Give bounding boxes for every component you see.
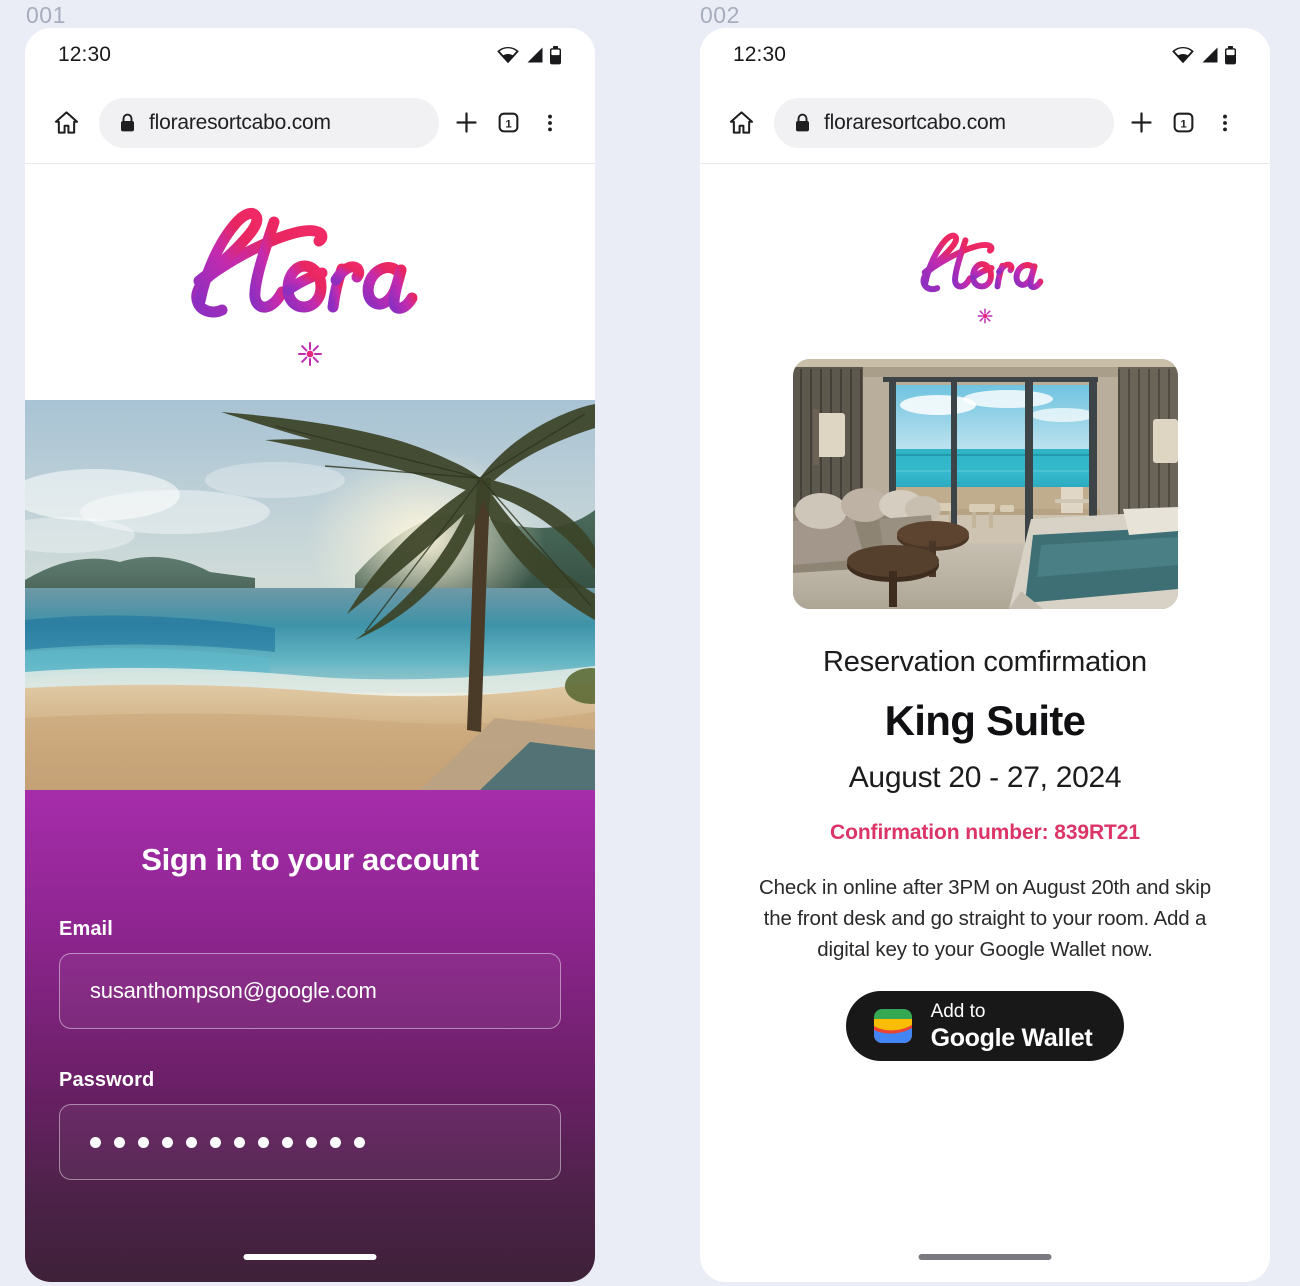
- url-text: floraresortcabo.com: [149, 110, 331, 134]
- flower-burst-icon: [297, 341, 323, 372]
- url-bar[interactable]: floraresortcabo.com: [99, 97, 439, 148]
- signin-panel: Sign in to your account Email susanthomp…: [25, 790, 595, 1282]
- svg-text:1: 1: [505, 118, 512, 130]
- tab-count-button[interactable]: 1: [1162, 102, 1204, 144]
- home-icon[interactable]: [718, 100, 764, 146]
- wallet-button-line1: Add to: [930, 1000, 986, 1022]
- cell-signal-icon: [1200, 46, 1219, 64]
- home-icon[interactable]: [43, 100, 89, 146]
- screenshot-canvas: 001 002 12:30 floraresortcabo.com 1 Sign…: [0, 0, 1300, 1286]
- url-bar[interactable]: floraresortcabo.com: [774, 97, 1114, 148]
- home-indicator[interactable]: [918, 1254, 1052, 1260]
- status-bar-icons: [1171, 45, 1237, 65]
- password-field[interactable]: [59, 1104, 561, 1180]
- reservation-subtitle: Reservation comfirmation: [823, 646, 1147, 678]
- email-field-label: Email: [59, 918, 113, 940]
- password-field-label: Password: [59, 1069, 155, 1091]
- flora-wordmark-logo: [170, 192, 450, 337]
- status-bar-icons: [496, 45, 562, 65]
- brand-header: [909, 224, 1061, 329]
- plus-icon[interactable]: [1120, 102, 1162, 144]
- confirmation-number: Confirmation number: 839RT21: [830, 821, 1140, 844]
- wallet-button-line2: Google Wallet: [930, 1023, 1093, 1052]
- lock-icon: [119, 113, 136, 133]
- room-name: King Suite: [884, 697, 1086, 744]
- lock-icon: [794, 113, 811, 133]
- frame-label-001: 001: [26, 2, 66, 28]
- overflow-menu-icon[interactable]: [1204, 102, 1246, 144]
- tab-count-button[interactable]: 1: [487, 102, 529, 144]
- status-bar-clock: 12:30: [58, 43, 112, 66]
- browser-toolbar: floraresortcabo.com 1: [700, 82, 1270, 164]
- status-bar: 12:30: [25, 28, 595, 82]
- room-photo: [792, 359, 1178, 609]
- password-masked-value: [90, 1136, 365, 1148]
- status-bar-clock: 12:30: [733, 43, 787, 66]
- add-to-google-wallet-button[interactable]: Add to Google Wallet: [845, 991, 1125, 1061]
- phone-frame-signin: 12:30 floraresortcabo.com 1 Sign in to y…: [25, 28, 595, 1282]
- reservation-confirmation-page: Reservation comfirmation King Suite Augu…: [700, 164, 1270, 1282]
- checkin-instructions: Check in online after 3PM on August 20th…: [759, 876, 1211, 961]
- flower-burst-icon: [977, 308, 993, 329]
- battery-icon: [1224, 45, 1237, 65]
- frame-label-002: 002: [700, 2, 740, 28]
- wifi-icon: [1171, 46, 1195, 64]
- status-bar: 12:30: [700, 28, 1270, 82]
- wifi-icon: [496, 46, 520, 64]
- flora-wordmark-logo: [909, 224, 1061, 305]
- plus-icon[interactable]: [445, 102, 487, 144]
- overflow-menu-icon[interactable]: [529, 102, 571, 144]
- email-field-value: susanthompson@google.com: [90, 978, 377, 1003]
- battery-icon: [549, 45, 562, 65]
- brand-header: [25, 164, 595, 400]
- url-text: floraresortcabo.com: [824, 110, 1006, 134]
- signin-title: Sign in to your account: [141, 842, 479, 877]
- cell-signal-icon: [525, 46, 544, 64]
- reservation-dates: August 20 - 27, 2024: [848, 761, 1122, 794]
- svg-text:1: 1: [1180, 118, 1187, 130]
- browser-toolbar: floraresortcabo.com 1: [25, 82, 595, 164]
- google-wallet-icon: [872, 1005, 914, 1047]
- beach-hero-image: [25, 400, 595, 790]
- email-field[interactable]: susanthompson@google.com: [59, 953, 561, 1029]
- phone-frame-confirmation: 12:30 floraresortcabo.com 1 Reservation …: [700, 28, 1270, 1282]
- home-indicator[interactable]: [243, 1254, 377, 1260]
